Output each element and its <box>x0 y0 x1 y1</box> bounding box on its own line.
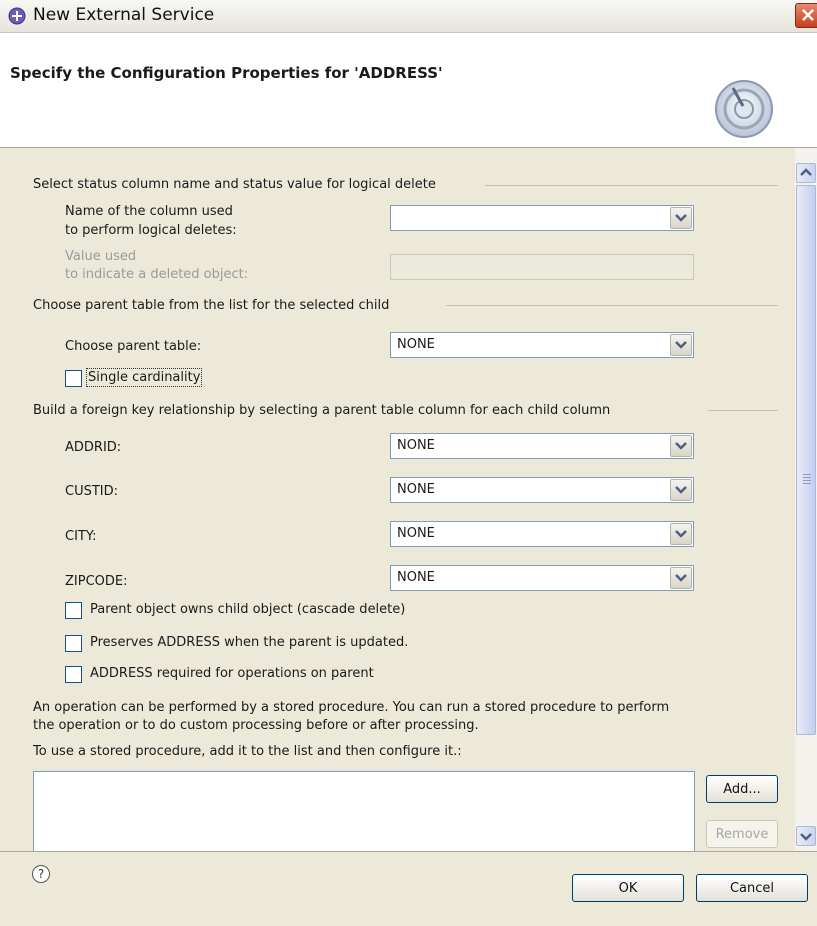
dropdown-arrow[interactable] <box>670 334 692 356</box>
stored-procedure-instruction: To use a stored procedure, add it to the… <box>33 744 462 759</box>
chevron-down-icon <box>675 574 687 582</box>
address-required-checkbox[interactable] <box>65 666 82 683</box>
address-required-label: ADDRESS required for operations on paren… <box>90 666 374 681</box>
preserve-address-label: Preserves ADDRESS when the parent is upd… <box>90 635 409 650</box>
delete-column-combo[interactable] <box>390 205 694 231</box>
dropdown-arrow[interactable] <box>670 207 692 229</box>
chevron-down-icon <box>675 341 687 349</box>
parent-table-combo[interactable]: NONE <box>390 332 694 358</box>
delete-column-label-1: Name of the column used <box>65 204 233 219</box>
parent-table-label: Choose parent table: <box>65 339 202 354</box>
wizard-banner-icon <box>715 80 773 138</box>
window-title: New External Service <box>33 5 215 25</box>
chevron-down-icon <box>675 486 687 494</box>
scroll-thumb[interactable] <box>796 185 816 735</box>
single-cardinality-checkbox[interactable] <box>65 370 82 387</box>
cascade-delete-checkbox[interactable] <box>65 602 82 619</box>
chevron-down-icon <box>675 530 687 538</box>
ok-button[interactable]: OK <box>572 874 684 902</box>
fk-row-label-custid: CUSTID: <box>65 484 119 499</box>
chevron-down-icon <box>675 442 687 450</box>
fk-combo-city[interactable]: NONE <box>390 521 694 547</box>
delete-value-field <box>390 254 694 280</box>
dropdown-arrow[interactable] <box>670 479 692 501</box>
remove-button: Remove <box>706 820 778 848</box>
fk-combo-addrid[interactable]: NONE <box>390 433 694 459</box>
dropdown-arrow[interactable] <box>670 435 692 457</box>
delete-value-label-2: to indicate a deleted object: <box>65 267 249 282</box>
preserve-address-checkbox[interactable] <box>65 635 82 652</box>
fk-row-label-zipcode: ZIPCODE: <box>65 574 128 589</box>
scroll-content: Select status column name and status val… <box>0 148 795 851</box>
fk-value-custid: NONE <box>397 482 435 497</box>
fk-row-label-city: CITY: <box>65 529 97 544</box>
logical-delete-section-title: Select status column name and status val… <box>33 177 436 192</box>
title-bar: New External Service <box>0 0 817 33</box>
stored-procedure-description-1: An operation can be performed by a store… <box>33 700 670 715</box>
single-cardinality-label[interactable]: Single cardinality <box>85 368 203 387</box>
scroll-down-button[interactable] <box>796 826 816 846</box>
section-divider <box>708 410 778 411</box>
close-button[interactable] <box>795 3 817 28</box>
close-icon <box>802 9 814 21</box>
fk-combo-custid[interactable]: NONE <box>390 477 694 503</box>
parent-table-value: NONE <box>397 337 435 352</box>
app-icon <box>8 7 26 25</box>
chevron-down-icon <box>800 833 812 841</box>
scroll-up-button[interactable] <box>796 163 816 183</box>
fk-value-city: NONE <box>397 526 435 541</box>
fk-combo-zipcode[interactable]: NONE <box>390 565 694 591</box>
header-banner: Specify the Configuration Properties for… <box>0 33 817 148</box>
add-button[interactable]: Add... <box>706 775 778 803</box>
cancel-button[interactable]: Cancel <box>696 874 808 902</box>
fk-row-label-addrid: ADDRID: <box>65 440 122 455</box>
parent-table-section-title: Choose parent table from the list for th… <box>33 298 390 313</box>
dropdown-arrow[interactable] <box>670 567 692 589</box>
page-heading: Specify the Configuration Properties for… <box>10 64 443 82</box>
help-icon[interactable]: ? <box>32 865 50 883</box>
cascade-delete-label: Parent object owns child object (cascade… <box>90 602 406 617</box>
section-divider <box>446 305 778 306</box>
stored-procedure-description-2: the operation or to do custom processing… <box>33 718 479 733</box>
stored-procedure-list[interactable] <box>33 771 695 851</box>
scroll-grip-icon <box>803 474 811 486</box>
dialog-footer: ? OK Cancel <box>0 851 817 926</box>
fk-value-addrid: NONE <box>397 438 435 453</box>
foreign-key-section-title: Build a foreign key relationship by sele… <box>33 403 611 418</box>
dialog-window: New External Service Specify the Configu… <box>0 0 817 926</box>
delete-column-label-2: to perform logical deletes: <box>65 223 237 238</box>
chevron-up-icon <box>800 168 812 176</box>
chevron-down-icon <box>675 214 687 222</box>
section-divider <box>485 185 778 186</box>
delete-value-label-1: Value used <box>65 249 137 264</box>
dropdown-arrow[interactable] <box>670 523 692 545</box>
fk-value-zipcode: NONE <box>397 570 435 585</box>
vertical-scrollbar[interactable] <box>795 148 817 851</box>
